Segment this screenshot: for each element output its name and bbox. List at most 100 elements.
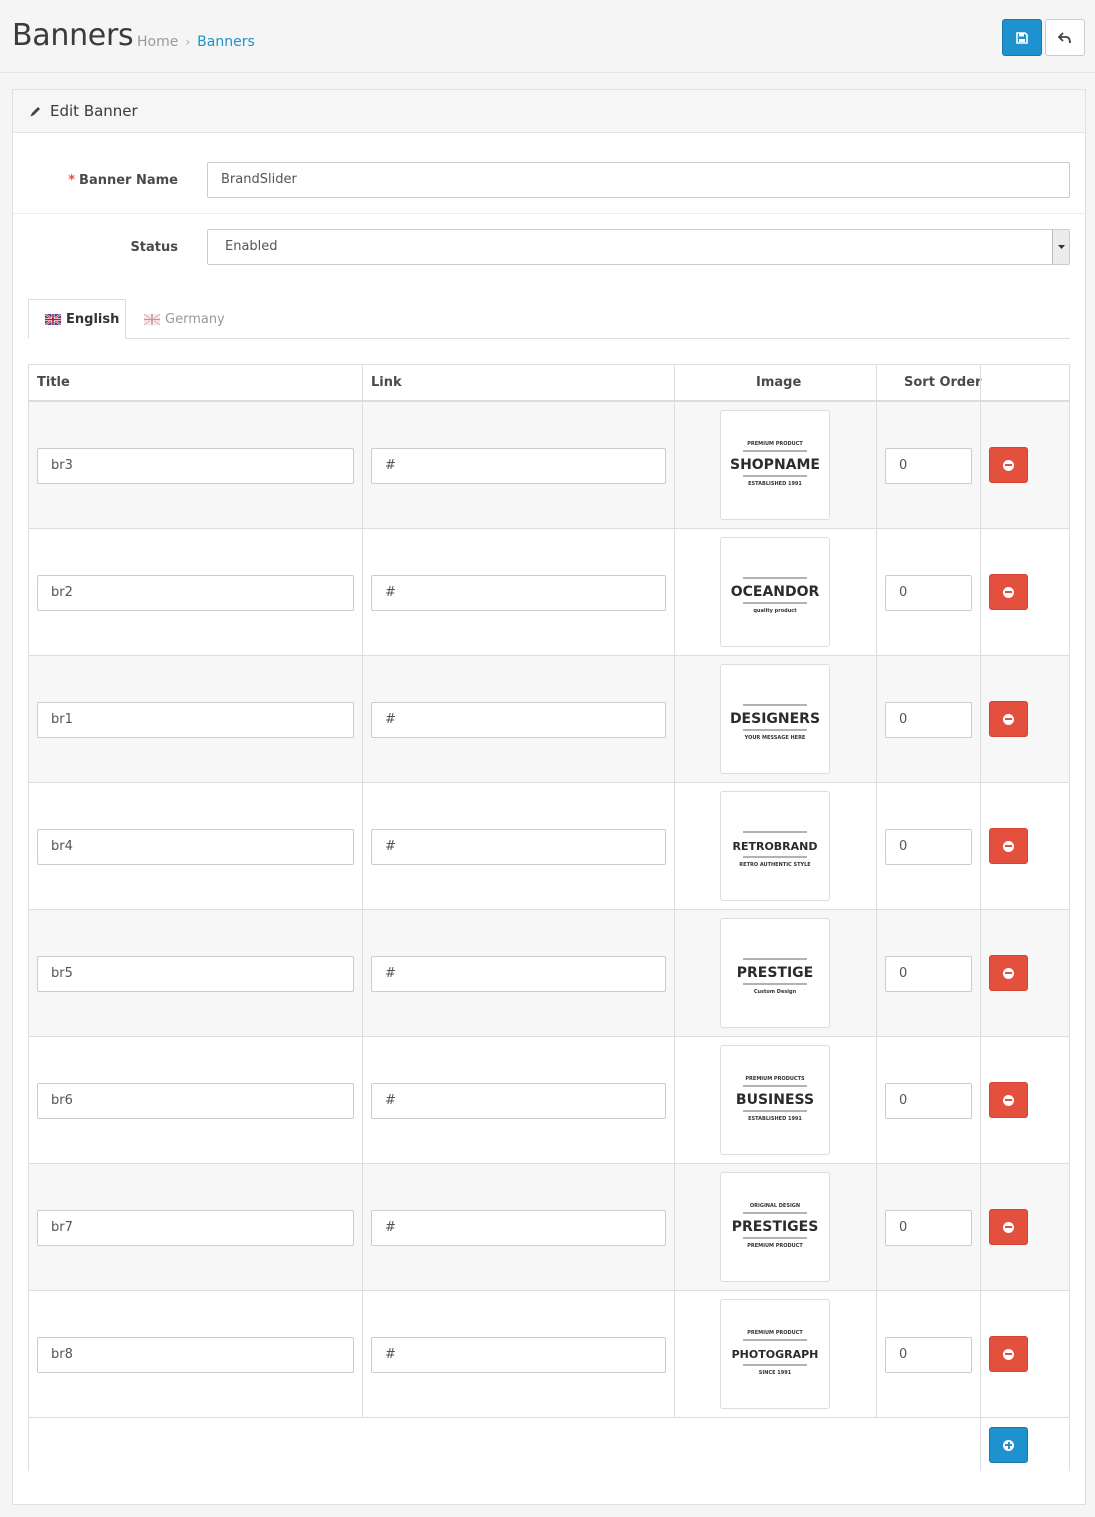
svg-text:YOUR MESSAGE HERE: YOUR MESSAGE HERE <box>744 735 806 741</box>
sort-order-input[interactable]: 0 <box>885 702 972 738</box>
banner-title-input[interactable]: br5 <box>37 956 354 992</box>
svg-text:ESTABLISHED 1991: ESTABLISHED 1991 <box>748 1116 802 1122</box>
banner-image-thumbnail[interactable]: RETROBRAND RETRO AUTHENTIC STYLE <box>720 791 830 901</box>
breadcrumb-banners[interactable]: Banners <box>197 34 255 50</box>
plus-circle-icon <box>1003 1439 1014 1451</box>
breadcrumb: Home › Banners <box>137 34 255 50</box>
column-header-sort-order: Sort Order <box>904 375 982 390</box>
table-header: Title Link Image Sort Order <box>29 365 1069 402</box>
edit-banner-panel: Edit Banner * Banner Name BrandSlider Sta… <box>12 89 1086 1505</box>
column-divider <box>876 365 877 1418</box>
sort-order-input[interactable]: 0 <box>885 448 972 484</box>
tab-english[interactable]: English <box>28 299 126 339</box>
back-button[interactable] <box>1045 19 1085 56</box>
tab-english-label: English <box>66 311 120 327</box>
save-button[interactable] <box>1002 19 1042 56</box>
minus-circle-icon <box>1003 1348 1014 1360</box>
status-select[interactable]: Enabled <box>207 229 1070 265</box>
required-marker: * <box>68 173 76 188</box>
remove-banner-image-button[interactable] <box>989 1209 1028 1245</box>
tab-germany-label: Germany <box>165 311 225 327</box>
banner-link-input[interactable]: # <box>371 702 666 738</box>
banner-image-thumbnail[interactable]: PREMIUM PRODUCTS BUSINESS ESTABLISHED 1991 <box>720 1045 830 1155</box>
sort-order-input[interactable]: 0 <box>885 575 972 611</box>
sort-order-input[interactable]: 0 <box>885 1083 972 1119</box>
language-tabs: English Germany <box>28 299 1070 339</box>
banner-title-input[interactable]: br4 <box>37 829 354 865</box>
banner-image-thumbnail[interactable]: PRESTIGE Custom Design <box>720 918 830 1028</box>
minus-circle-icon <box>1003 1221 1014 1233</box>
banner-link-input[interactable]: # <box>371 1210 666 1246</box>
banner-image-thumbnail[interactable]: OCEANDOR quality product <box>720 537 830 647</box>
table-row: br7 # ORIGINAL DESIGN PRESTIGES PREMIUM PROD… <box>29 1164 1069 1291</box>
pencil-icon <box>30 106 40 116</box>
banner-link-input[interactable]: # <box>371 575 666 611</box>
banner-title-input[interactable]: br8 <box>37 1337 354 1373</box>
sort-order-input[interactable]: 0 <box>885 956 972 992</box>
banner-image-thumbnail[interactable]: PREMIUM PRODUCT PHOTOGRAPH SINCE 1991 <box>720 1299 830 1409</box>
svg-text:PRESTIGES: PRESTIGES <box>732 1219 819 1235</box>
remove-banner-image-button[interactable] <box>989 1082 1028 1118</box>
banner-image-thumbnail[interactable]: DESIGNERS YOUR MESSAGE HERE <box>720 664 830 774</box>
banner-link-input[interactable]: # <box>371 1337 666 1373</box>
svg-text:SINCE 1991: SINCE 1991 <box>759 1370 792 1376</box>
column-divider <box>362 365 363 1418</box>
minus-circle-icon <box>1003 459 1014 471</box>
svg-text:quality product: quality product <box>753 608 797 614</box>
tab-germany[interactable]: Germany <box>128 299 241 339</box>
table-row: br6 # PREMIUM PRODUCTS BUSINESS ESTABLISHED … <box>29 1037 1069 1164</box>
banner-image-thumbnail[interactable]: PREMIUM PRODUCT SHOPNAME ESTABLISHED 1991 <box>720 410 830 520</box>
status-select-value: Enabled <box>225 239 278 254</box>
svg-text:Custom Design: Custom Design <box>754 989 797 995</box>
brand-logo-image: PRESTIGE Custom Design <box>737 958 813 995</box>
sort-order-input[interactable]: 0 <box>885 829 972 865</box>
panel-title: Edit Banner <box>50 102 138 120</box>
add-banner-image-button[interactable] <box>989 1427 1028 1463</box>
remove-banner-image-button[interactable] <box>989 955 1028 991</box>
svg-text:PREMIUM PRODUCT: PREMIUM PRODUCT <box>747 1243 803 1249</box>
brand-logo-image: PREMIUM PRODUCT SHOPNAME ESTABLISHED 1991 <box>730 441 820 487</box>
svg-text:OCEANDOR: OCEANDOR <box>731 584 820 600</box>
banner-title-input[interactable]: br7 <box>37 1210 354 1246</box>
breadcrumb-home[interactable]: Home <box>137 34 178 50</box>
column-divider <box>980 365 981 1471</box>
svg-text:PREMIUM PRODUCT: PREMIUM PRODUCT <box>747 441 803 447</box>
minus-circle-icon <box>1003 840 1014 852</box>
svg-text:PHOTOGRAPH: PHOTOGRAPH <box>732 1348 819 1361</box>
remove-banner-image-button[interactable] <box>989 574 1028 610</box>
banner-title-input[interactable]: br6 <box>37 1083 354 1119</box>
page-title: Banners <box>12 18 134 53</box>
brand-logo-image: OCEANDOR quality product <box>731 577 820 614</box>
remove-banner-image-button[interactable] <box>989 828 1028 864</box>
banner-link-input[interactable]: # <box>371 956 666 992</box>
sort-order-input[interactable]: 0 <box>885 1337 972 1373</box>
svg-text:ORIGINAL DESIGN: ORIGINAL DESIGN <box>750 1203 800 1209</box>
svg-text:PREMIUM PRODUCT: PREMIUM PRODUCT <box>747 1330 803 1336</box>
table-row: br4 # RETROBRAND RETRO AUTHENTIC STYLE 0 <box>29 783 1069 910</box>
banner-link-input[interactable]: # <box>371 1083 666 1119</box>
remove-banner-image-button[interactable] <box>989 447 1028 483</box>
banner-name-input[interactable]: BrandSlider <box>207 162 1070 198</box>
minus-circle-icon <box>1003 967 1014 979</box>
form-divider <box>13 213 1085 214</box>
table-row: br1 # DESIGNERS YOUR MESSAGE HERE 0 <box>29 656 1069 783</box>
table-row: br5 # PRESTIGE Custom Design 0 <box>29 910 1069 1037</box>
svg-text:BUSINESS: BUSINESS <box>736 1092 814 1108</box>
status-label: Status <box>130 240 178 255</box>
svg-text:ESTABLISHED 1991: ESTABLISHED 1991 <box>748 481 802 487</box>
sort-order-input[interactable]: 0 <box>885 1210 972 1246</box>
brand-logo-image: ORIGINAL DESIGN PRESTIGES PREMIUM PRODUCT <box>732 1203 819 1249</box>
brand-logo-image: PREMIUM PRODUCT PHOTOGRAPH SINCE 1991 <box>732 1330 819 1376</box>
column-header-image: Image <box>756 375 802 390</box>
banner-image-thumbnail[interactable]: ORIGINAL DESIGN PRESTIGES PREMIUM PRODUCT <box>720 1172 830 1282</box>
banner-title-input[interactable]: br1 <box>37 702 354 738</box>
brand-logo-image: RETROBRAND RETRO AUTHENTIC STYLE <box>732 831 818 868</box>
column-header-link: Link <box>371 375 402 390</box>
banner-link-input[interactable]: # <box>371 448 666 484</box>
banner-title-input[interactable]: br3 <box>37 448 354 484</box>
banner-title-input[interactable]: br2 <box>37 575 354 611</box>
table-row: br3 # PREMIUM PRODUCT SHOPNAME ESTABLISHED 1… <box>29 402 1069 529</box>
banner-link-input[interactable]: # <box>371 829 666 865</box>
remove-banner-image-button[interactable] <box>989 1336 1028 1372</box>
remove-banner-image-button[interactable] <box>989 701 1028 737</box>
